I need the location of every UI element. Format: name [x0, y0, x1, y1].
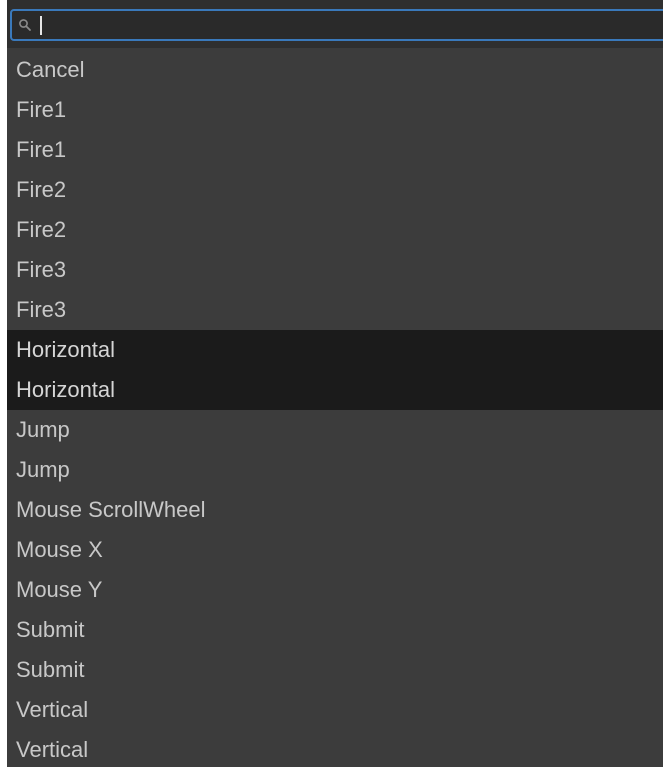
search-input[interactable] — [44, 13, 644, 37]
list-item[interactable]: Cancel — [7, 50, 663, 90]
text-caret — [40, 16, 42, 35]
list-item[interactable]: Vertical — [7, 690, 663, 730]
list-item[interactable]: Fire1 — [7, 90, 663, 130]
list-item[interactable]: Horizontal — [7, 370, 663, 410]
list-item[interactable]: Mouse Y — [7, 570, 663, 610]
list-item[interactable]: Submit — [7, 650, 663, 690]
list-item[interactable]: Jump — [7, 450, 663, 490]
list-item[interactable]: Mouse ScrollWheel — [7, 490, 663, 530]
list-item[interactable]: Vertical — [7, 730, 663, 767]
search-field[interactable] — [10, 9, 663, 41]
option-list: Cancel Fire1 Fire1 Fire2 Fire2 Fire3 Fire3 Hori… — [7, 50, 663, 767]
list-item[interactable]: Fire3 — [7, 290, 663, 330]
list-item[interactable]: Fire2 — [7, 170, 663, 210]
list-item[interactable]: Mouse X — [7, 530, 663, 570]
list-item[interactable]: Jump — [7, 410, 663, 450]
search-icon — [19, 19, 31, 31]
axis-dropdown-popup: Cancel Fire1 Fire1 Fire2 Fire2 Fire3 Fire3 Hori… — [7, 0, 663, 767]
list-item[interactable]: Fire2 — [7, 210, 663, 250]
list-item[interactable]: Horizontal — [7, 330, 663, 370]
list-item[interactable]: Fire1 — [7, 130, 663, 170]
search-bar — [7, 0, 663, 48]
list-item[interactable]: Submit — [7, 610, 663, 650]
list-item[interactable]: Fire3 — [7, 250, 663, 290]
